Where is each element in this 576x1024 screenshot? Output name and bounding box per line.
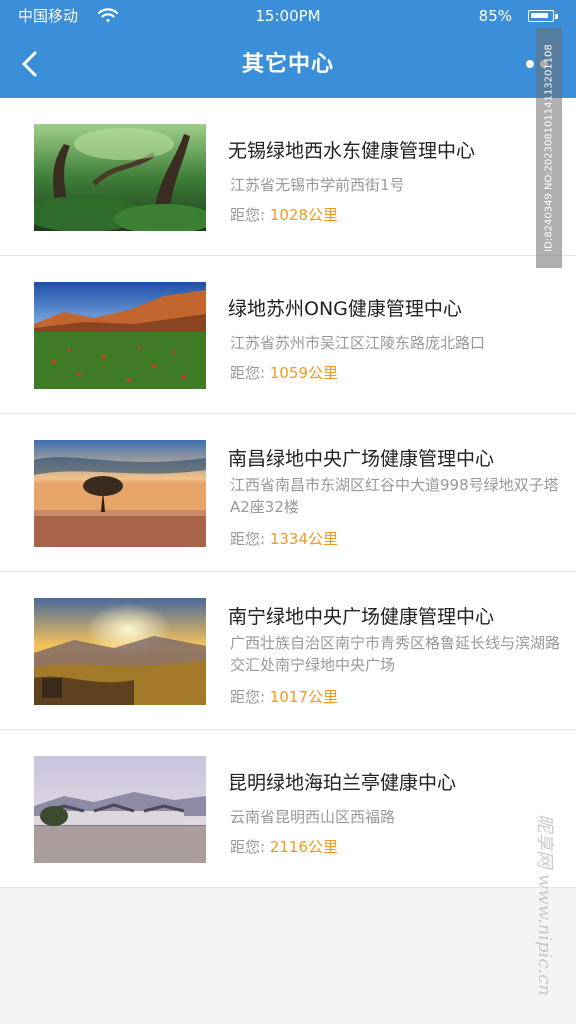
center-address: 云南省昆明西山区西福路: [230, 808, 396, 826]
battery-percent: 85%: [478, 7, 512, 25]
site-watermark: 昵享网 www.nipic.cn: [526, 790, 566, 1020]
distance-value: 1059公里: [269, 364, 339, 382]
list-item[interactable]: 南宁绿地中央广场健康管理中心 广西壮族自治区南宁市青秀区格鲁延长线与滨湖路交汇处…: [0, 572, 576, 730]
top-bar: 中国移动 15:00PM 85% 其它中心: [0, 0, 576, 98]
distance-label: 距您:: [230, 206, 266, 224]
distance-label: 距您:: [230, 838, 266, 856]
page-title: 其它中心: [241, 52, 334, 77]
distance-value: 1017公里: [269, 688, 339, 706]
center-address: 广西壮族自治区南宁市青秀区格鲁延长线与滨湖路交汇处南宁绿地中央广场: [230, 634, 561, 674]
center-distance: 距您: 1059公里: [230, 362, 338, 383]
distance-label: 距您:: [230, 364, 266, 382]
distance-value: 2116公里: [269, 838, 339, 856]
list-item[interactable]: 绿地苏州ONG健康管理中心 江苏省苏州市吴江区江陵东路庞北路口 距您: 1059…: [0, 256, 576, 414]
center-name: 绿地苏州ONG健康管理中心: [228, 298, 462, 320]
center-distance: 距您: 2116公里: [230, 836, 338, 857]
center-distance: 距您: 1334公里: [230, 528, 338, 549]
center-name: 昆明绿地海珀兰亭健康中心: [228, 772, 457, 794]
forest-photo: [34, 124, 206, 231]
id-watermark-text: ID:8240349 NO:20230810114113201108: [543, 44, 555, 252]
center-address: 江苏省苏州市吴江区江陵东路庞北路口: [230, 334, 486, 352]
lake-village-photo: [34, 756, 206, 863]
list-item[interactable]: 南昌绿地中央广场健康管理中心 江西省南昌市东湖区红谷中大道998号绿地双子塔A2…: [0, 414, 576, 572]
center-distance: 距您: 1028公里: [230, 204, 338, 225]
distance-value: 1334公里: [269, 530, 339, 548]
distance-label: 距您:: [230, 688, 266, 706]
battery-icon: [528, 10, 558, 22]
center-list: 无锡绿地西水东健康管理中心 江苏省无锡市学前西街1号 距您: 1028公里 绿地…: [0, 98, 576, 888]
list-item[interactable]: 无锡绿地西水东健康管理中心 江苏省无锡市学前西街1号 距您: 1028公里: [0, 98, 576, 256]
center-address: 江苏省无锡市学前西街1号: [230, 176, 405, 194]
list-item[interactable]: 昆明绿地海珀兰亭健康中心 云南省昆明西山区西福路 距您: 2116公里: [0, 730, 576, 888]
mountain-meadow-photo: [34, 282, 206, 389]
lone-tree-photo: [34, 440, 206, 547]
center-name: 南宁绿地中央广场健康管理中心: [228, 606, 495, 628]
status-bar: 中国移动 15:00PM 85%: [0, 0, 576, 32]
id-watermark: ID:8240349 NO:20230810114113201108: [536, 28, 562, 268]
distance-label: 距您:: [230, 530, 266, 548]
center-distance: 距您: 1017公里: [230, 686, 338, 707]
distance-value: 1028公里: [269, 206, 339, 224]
sunrise-hills-photo: [34, 598, 206, 705]
center-name: 南昌绿地中央广场健康管理中心: [228, 448, 495, 470]
center-address: 江西省南昌市东湖区红谷中大道998号绿地双子塔A2座32楼: [230, 476, 559, 516]
site-watermark-text: 昵享网 www.nipic.cn: [534, 814, 555, 996]
center-name: 无锡绿地西水东健康管理中心: [228, 140, 476, 162]
